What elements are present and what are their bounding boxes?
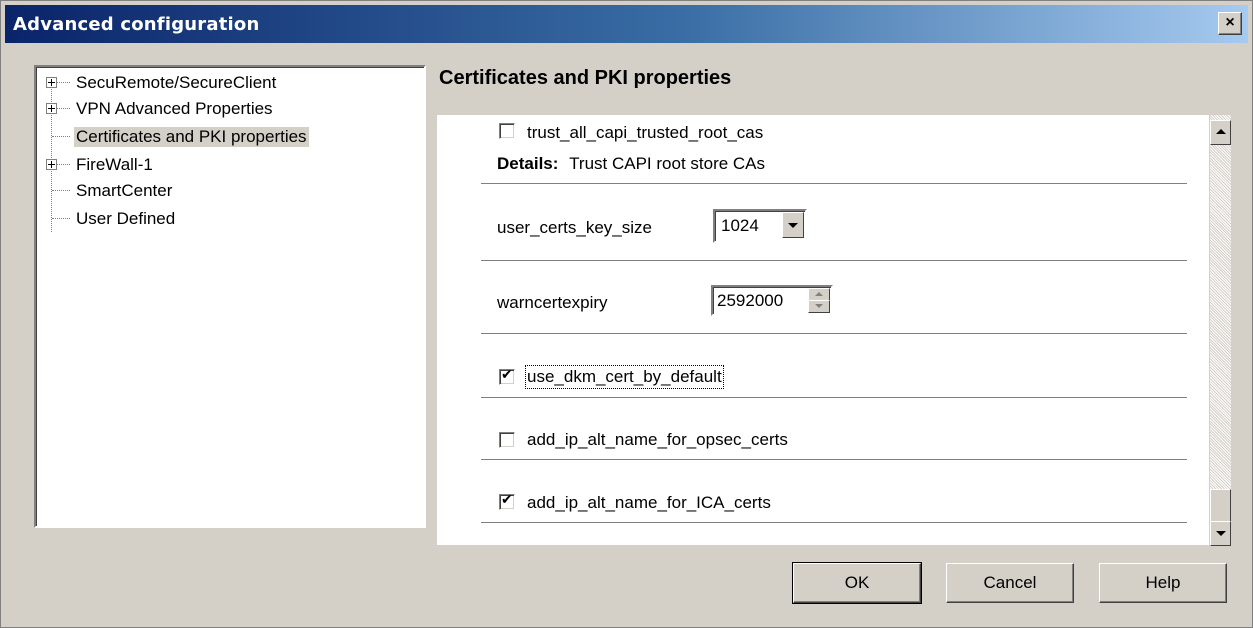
cancel-button[interactable]: Cancel bbox=[946, 563, 1074, 603]
tree-item-label: Certificates and PKI properties bbox=[74, 127, 309, 147]
tree-item-label: VPN Advanced Properties bbox=[76, 99, 273, 118]
trust-capi-details: Details: Trust CAPI root store CAs bbox=[497, 154, 765, 174]
separator bbox=[481, 183, 1187, 184]
tree-item-label: User Defined bbox=[76, 209, 176, 228]
trust-capi-label[interactable]: trust_all_capi_trusted_root_cas bbox=[527, 123, 763, 143]
title-bar[interactable]: Advanced configuration × bbox=[5, 5, 1248, 43]
details-value: Trust CAPI root store CAs bbox=[569, 154, 766, 173]
tree-item-vpn-advanced[interactable]: VPN Advanced Properties bbox=[36, 97, 416, 121]
tree-item-certificates-pki[interactable]: Certificates and PKI properties bbox=[36, 125, 416, 149]
scrollbar-thumb[interactable] bbox=[1210, 489, 1231, 523]
tree-item-label: FireWall-1 bbox=[76, 155, 153, 174]
properties-scrollbar[interactable] bbox=[1210, 115, 1231, 546]
help-button[interactable]: Help bbox=[1099, 563, 1227, 603]
opsec-certs-checkbox[interactable] bbox=[499, 432, 515, 448]
tree-item-label: SecuRemote/SecureClient bbox=[76, 73, 277, 92]
opsec-certs-label[interactable]: add_ip_alt_name_for_opsec_certs bbox=[527, 430, 788, 450]
key-size-dropdown[interactable]: 1024 bbox=[713, 209, 807, 243]
ica-certs-checkbox[interactable] bbox=[499, 492, 515, 510]
advanced-configuration-dialog: Advanced configuration × SecuRemote/Secu… bbox=[0, 0, 1253, 628]
tree-item-smartcenter[interactable]: SmartCenter bbox=[36, 179, 416, 203]
section-title: Certificates and PKI properties bbox=[439, 67, 732, 89]
window-title: Advanced configuration bbox=[13, 14, 260, 35]
separator bbox=[481, 333, 1187, 334]
use-dkm-checkbox[interactable] bbox=[499, 367, 515, 385]
scroll-up-arrow-icon[interactable] bbox=[1210, 120, 1231, 145]
tree-item-securemote[interactable]: SecuRemote/SecureClient bbox=[36, 71, 416, 95]
key-size-value: 1024 bbox=[721, 216, 759, 235]
properties-panel: trust_all_capi_trusted_root_cas Details:… bbox=[437, 115, 1209, 545]
separator bbox=[481, 260, 1187, 261]
close-icon: × bbox=[1225, 14, 1235, 31]
warn-expiry-value: 2592000 bbox=[717, 291, 784, 310]
category-tree[interactable]: SecuRemote/SecureClient VPN Advanced Pro… bbox=[34, 65, 426, 528]
chevron-down-icon[interactable] bbox=[782, 212, 804, 238]
use-dkm-label[interactable]: use_dkm_cert_by_default bbox=[525, 365, 724, 389]
warn-expiry-spinner[interactable]: 2592000 bbox=[711, 285, 833, 316]
scroll-down-arrow-icon[interactable] bbox=[1210, 521, 1231, 546]
tree-item-label: SmartCenter bbox=[76, 181, 173, 200]
close-button[interactable]: × bbox=[1218, 12, 1242, 35]
spin-down-arrow-icon[interactable] bbox=[808, 300, 830, 313]
warn-expiry-label: warncertexpiry bbox=[497, 293, 608, 312]
separator bbox=[481, 459, 1187, 460]
tree-item-user-defined[interactable]: User Defined bbox=[36, 207, 416, 231]
ica-certs-label[interactable]: add_ip_alt_name_for_ICA_certs bbox=[527, 493, 771, 513]
separator bbox=[481, 397, 1187, 398]
tree-item-firewall-1[interactable]: FireWall-1 bbox=[36, 153, 416, 177]
details-key: Details: bbox=[497, 154, 559, 173]
ok-button[interactable]: OK bbox=[792, 562, 922, 604]
trust-capi-checkbox[interactable] bbox=[499, 123, 515, 139]
separator bbox=[481, 522, 1187, 523]
key-size-label: user_certs_key_size bbox=[497, 218, 652, 237]
